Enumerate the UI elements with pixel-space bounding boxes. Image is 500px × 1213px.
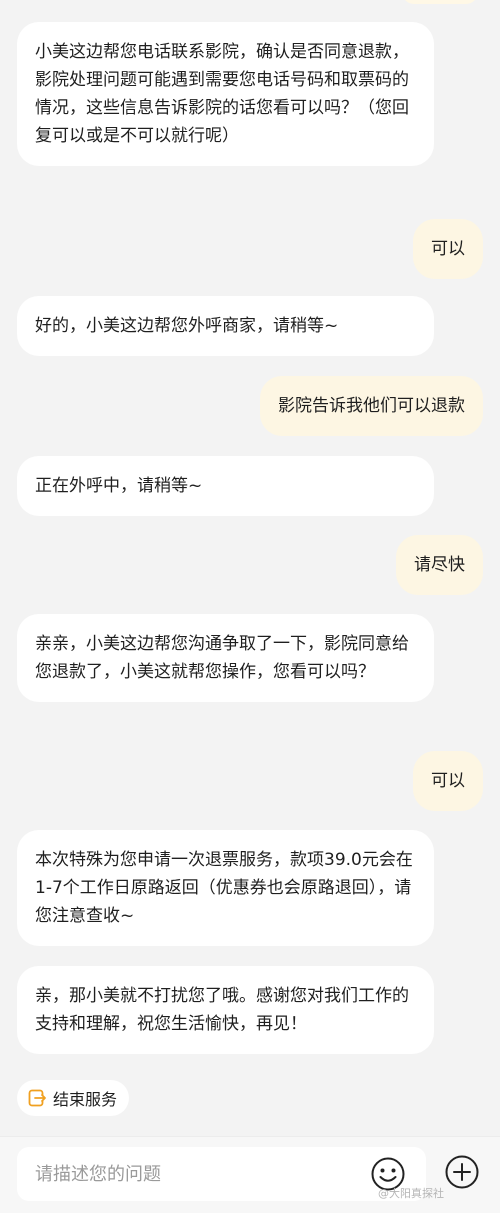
watermark: @大阳真探社 [378, 1187, 444, 1200]
bot-message: 正在外呼中，请稍等~ [17, 456, 434, 516]
composer-bar: @大阳真探社 [0, 1136, 500, 1213]
plus-circle-icon[interactable] [444, 1154, 480, 1190]
bot-message: 好的，小美这边帮您外呼商家，请稍等~ [17, 296, 434, 356]
exit-icon [28, 1089, 46, 1107]
end-service-label: 结束服务 [53, 1090, 118, 1109]
bot-message: 小美这边帮您电话联系影院，确认是否同意退款，影院处理问题可能遇到需要您电话号码和… [17, 22, 434, 166]
user-message: 影院告诉我他们可以退款 [260, 376, 483, 436]
chat-screen: 小美这边帮您电话联系影院，确认是否同意退款，影院处理问题可能遇到需要您电话号码和… [0, 0, 500, 1213]
bot-message: 本次特殊为您申请一次退票服务，款项39.0元会在1-7个工作日原路返回（优惠券也… [17, 830, 434, 946]
previous-message-bubble [402, 0, 478, 4]
end-service-button[interactable]: 结束服务 [17, 1080, 130, 1116]
input-container [17, 1147, 426, 1201]
bot-message: 亲亲，小美这边帮您沟通争取了一下，影院同意给您退款了，小美这就帮您操作，您看可以… [17, 614, 434, 702]
user-message: 可以 [413, 751, 483, 811]
user-message: 可以 [413, 219, 483, 279]
question-input[interactable] [17, 1147, 357, 1201]
bot-message: 亲，那小美就不打扰您了哦。感谢您对我们工作的支持和理解，祝您生活愉快，再见！ [17, 966, 434, 1054]
user-message: 请尽快 [396, 535, 483, 595]
